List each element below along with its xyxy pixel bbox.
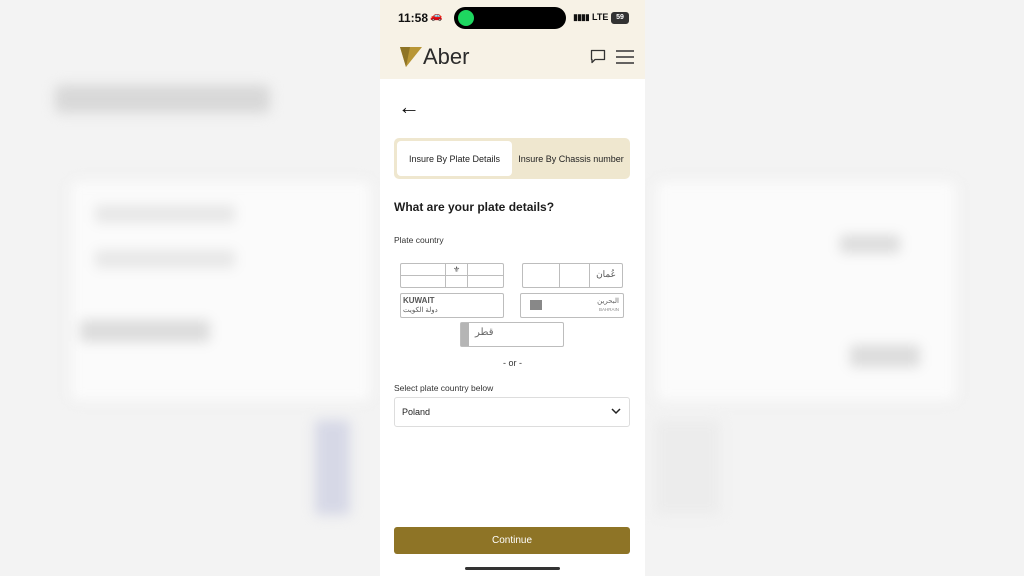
bahrain-flag-icon (530, 300, 542, 310)
app-activity-icon (458, 10, 474, 26)
plate-option-oman[interactable]: عُمان (522, 263, 623, 288)
qatar-flag-icon (461, 323, 469, 346)
emblem-icon: ⚜ (453, 265, 461, 274)
bahrain-plate-arabic: البحرين (597, 298, 619, 305)
status-time: 11:58 (398, 11, 429, 25)
select-country-label: Select plate country below (394, 383, 494, 393)
tab-chassis-number[interactable]: Insure By Chassis number (516, 141, 626, 176)
plate-country-label: Plate country (394, 235, 444, 245)
plate-option-kuwait[interactable]: KUWAIT دولة الكويت (400, 293, 504, 318)
qatar-plate-text: قطر (475, 327, 494, 338)
network-label: LTE (592, 12, 609, 22)
status-bar: 11:58 🚗 ▮▮▮▮ LTE 59 (380, 0, 645, 36)
aber-logo-icon (400, 47, 422, 67)
selected-country: Poland (402, 407, 431, 417)
menu-icon[interactable] (616, 50, 634, 64)
plate-option-qatar[interactable]: قطر (460, 322, 564, 347)
brand-name: Aber (423, 44, 470, 69)
plate-country-select[interactable]: Poland (394, 397, 630, 427)
kuwait-plate-text: KUWAIT (403, 296, 435, 305)
battery-icon: 59 (611, 12, 629, 24)
app-header: Aber (380, 36, 645, 79)
insure-mode-tabs: Insure By Plate Details Insure By Chassi… (394, 138, 630, 179)
phone-screen: 11:58 🚗 ▮▮▮▮ LTE 59 Aber ← Insure By Pla… (380, 0, 645, 576)
kuwait-plate-arabic: دولة الكويت (403, 307, 438, 314)
plate-option-bahrain[interactable]: البحرين BAHRAIN (520, 293, 624, 318)
back-arrow-icon[interactable]: ← (398, 96, 420, 118)
plate-option-saudi[interactable]: ⚜ (400, 263, 504, 288)
or-divider: - or - (503, 358, 522, 368)
oman-plate-text: عُمان (596, 269, 616, 279)
chat-icon[interactable] (590, 49, 606, 64)
home-indicator[interactable] (465, 567, 560, 570)
page-title: What are your plate details? (394, 200, 555, 214)
car-icon: 🚗 (430, 11, 443, 22)
chevron-down-icon (611, 408, 621, 415)
bahrain-plate-text: BAHRAIN (598, 307, 619, 312)
signal-icon: ▮▮▮▮ (573, 12, 590, 22)
continue-button[interactable]: Continue (394, 527, 630, 554)
tab-plate-details[interactable]: Insure By Plate Details (397, 141, 512, 176)
